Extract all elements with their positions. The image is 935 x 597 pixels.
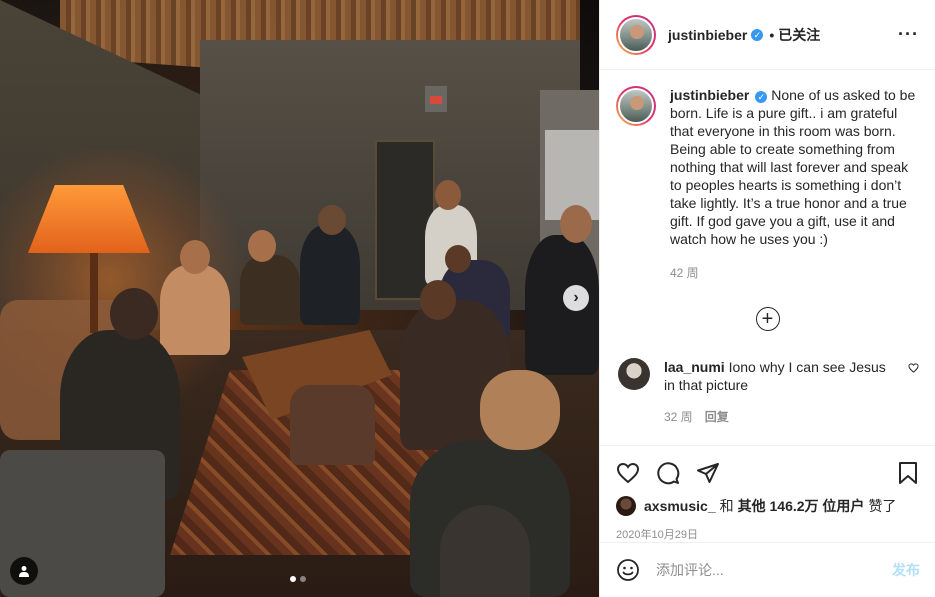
author-username[interactable]: justinbieber bbox=[668, 27, 747, 43]
carousel-indicator bbox=[290, 576, 306, 582]
comment-meta: 32 周 回复 bbox=[664, 408, 894, 425]
post-actions: axsmusic_ 和 其他 146.2万 位用户 赞了 2020年10月29日 bbox=[600, 445, 935, 542]
user-tag-icon bbox=[19, 566, 29, 577]
photo-head bbox=[560, 205, 592, 243]
header-separator: • bbox=[769, 26, 775, 43]
photo-head bbox=[435, 180, 461, 210]
photo-head bbox=[445, 245, 471, 273]
likes-connector: 和 bbox=[719, 498, 734, 514]
post-date[interactable]: 2020年10月29日 bbox=[616, 526, 920, 542]
photo-head bbox=[480, 370, 560, 450]
caption-avatar[interactable] bbox=[616, 86, 656, 126]
carousel-next-button[interactable]: › bbox=[563, 285, 589, 311]
reply-button[interactable]: 回复 bbox=[705, 408, 729, 425]
photo-person bbox=[440, 505, 530, 597]
post-photo[interactable]: › bbox=[0, 0, 599, 597]
emoji-icon[interactable] bbox=[616, 558, 640, 582]
caption-time[interactable]: 42 周 bbox=[670, 264, 920, 281]
likes-others-link[interactable]: 其他 146.2万 位用户 bbox=[738, 496, 865, 516]
verified-badge-icon: ✓ bbox=[751, 28, 764, 41]
photo-head bbox=[110, 288, 158, 340]
comment-icon[interactable] bbox=[656, 461, 680, 485]
follow-status-button[interactable]: 已关注 bbox=[778, 25, 820, 45]
caption-username[interactable]: justinbieber bbox=[670, 87, 749, 103]
likes-summary: axsmusic_ 和 其他 146.2万 位用户 赞了 bbox=[616, 496, 920, 516]
commenter-username[interactable]: laa_numi bbox=[664, 359, 725, 375]
liker-username[interactable]: axsmusic_ bbox=[644, 498, 716, 514]
chevron-right-icon: › bbox=[573, 289, 579, 306]
comment-like-heart-icon[interactable] bbox=[908, 362, 919, 374]
more-options-icon[interactable]: ··· bbox=[898, 24, 919, 45]
post-side-panel: justinbieber ✓ • 已关注 ··· justinbieber ✓ N… bbox=[599, 0, 935, 597]
photo-head bbox=[180, 240, 210, 274]
comment-time[interactable]: 32 周 bbox=[664, 408, 693, 425]
comment-input[interactable] bbox=[656, 562, 866, 578]
caption: justinbieber ✓ None of us asked to be bor… bbox=[616, 86, 919, 281]
user-tag-button[interactable] bbox=[10, 557, 38, 585]
comments-section: justinbieber ✓ None of us asked to be bor… bbox=[600, 70, 935, 445]
photo-head bbox=[318, 205, 346, 235]
carousel-dot-active bbox=[290, 576, 296, 582]
author-info: justinbieber ✓ • 已关注 bbox=[668, 25, 820, 45]
post-comment-button[interactable]: 发布 bbox=[892, 560, 920, 580]
comment-text-block: laa_numi Iono why I can see Jesus in tha… bbox=[664, 358, 894, 394]
action-icons-row bbox=[616, 458, 920, 488]
caption-text: None of us asked to be born. Life is a p… bbox=[670, 87, 916, 247]
plus-circle-icon: + bbox=[755, 307, 780, 331]
photo-person bbox=[525, 235, 599, 375]
post-modal: › justinbieber ✓ • 已关注 ··· justinbieber … bbox=[0, 0, 935, 597]
load-more-comments-button[interactable]: + bbox=[616, 307, 919, 331]
photo-person bbox=[240, 255, 300, 325]
liker-avatar[interactable] bbox=[616, 496, 636, 516]
heart-icon[interactable] bbox=[616, 461, 640, 485]
carousel-dot bbox=[300, 576, 306, 582]
comment-item: laa_numi Iono why I can see Jesus in tha… bbox=[616, 358, 919, 425]
photo-head bbox=[420, 280, 456, 320]
caption-text-block: justinbieber ✓ None of us asked to be bor… bbox=[670, 86, 920, 248]
add-comment-bar: 发布 bbox=[600, 542, 935, 597]
post-header: justinbieber ✓ • 已关注 ··· bbox=[600, 0, 935, 70]
photo-person bbox=[160, 265, 230, 355]
photo-person bbox=[300, 225, 360, 325]
photo-bag bbox=[290, 385, 375, 465]
bookmark-icon[interactable] bbox=[896, 461, 920, 485]
share-icon[interactable] bbox=[696, 461, 720, 485]
photo-exit-sign bbox=[425, 86, 447, 112]
photo-head bbox=[248, 230, 276, 262]
verified-badge-icon: ✓ bbox=[755, 91, 768, 103]
photo-lamp-pole bbox=[90, 253, 98, 333]
likes-suffix: 赞了 bbox=[868, 498, 897, 514]
commenter-avatar[interactable] bbox=[618, 358, 650, 390]
author-avatar[interactable] bbox=[616, 14, 656, 55]
